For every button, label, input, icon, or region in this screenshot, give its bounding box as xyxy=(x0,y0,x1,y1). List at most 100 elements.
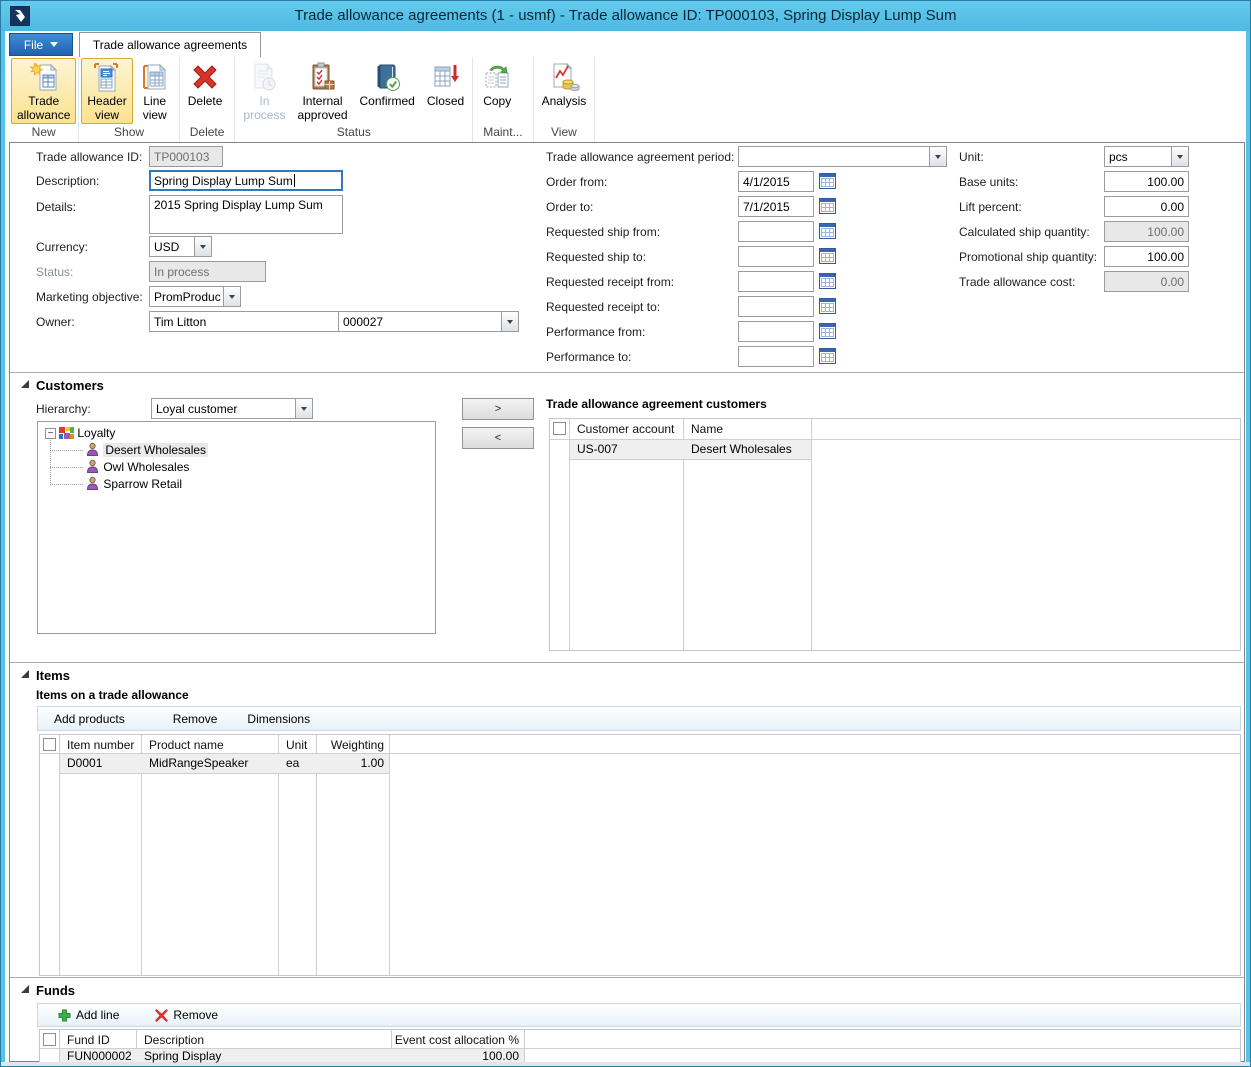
tree-collapse-icon[interactable]: − xyxy=(45,428,56,439)
add-icon xyxy=(58,1009,71,1022)
customers-section-header[interactable]: Customers xyxy=(36,378,104,393)
internal-approved-button[interactable]: Internal approved xyxy=(291,58,353,124)
line-view-button[interactable]: Line view xyxy=(133,58,177,124)
items-section-header[interactable]: Items xyxy=(36,668,70,683)
remove-fund-button[interactable]: Remove xyxy=(151,1008,222,1022)
analysis-button[interactable]: Analysis xyxy=(536,58,593,124)
tree-node-customer[interactable]: Sparrow Retail xyxy=(85,476,182,493)
cell-customer-account[interactable]: US-007 xyxy=(577,440,618,459)
button-label: Analysis xyxy=(542,94,587,108)
requested-ship-to-field[interactable] xyxy=(738,246,814,267)
file-menu-button[interactable]: File xyxy=(9,33,73,56)
tree-node-customer[interactable]: Desert Wholesales xyxy=(85,442,208,459)
cell-weighting[interactable]: 1.00 xyxy=(316,754,384,773)
calendar-icon[interactable] xyxy=(819,173,836,189)
order-from-label: Order from: xyxy=(546,172,607,192)
chevron-down-icon[interactable] xyxy=(295,399,312,418)
tab-trade-allowance-agreements[interactable]: Trade allowance agreements xyxy=(79,32,261,57)
header-view-button[interactable]: Header view xyxy=(81,58,132,124)
chevron-down-icon[interactable] xyxy=(1171,147,1188,166)
trade-allowance-button[interactable]: Trade allowance xyxy=(11,58,76,124)
chevron-down-icon[interactable] xyxy=(194,237,211,256)
collapse-triangle-icon[interactable] xyxy=(21,985,29,993)
grid-line xyxy=(811,419,812,650)
copy-button[interactable]: Copy xyxy=(475,58,519,124)
column-header-customer-account[interactable]: Customer account xyxy=(577,420,674,439)
grid-line xyxy=(60,773,389,774)
performance-to-field[interactable] xyxy=(738,346,814,367)
performance-to-label: Performance to: xyxy=(546,347,631,367)
select-all-checkbox[interactable] xyxy=(553,422,566,435)
requested-receipt-to-field[interactable] xyxy=(738,296,814,317)
remove-items-button[interactable]: Remove xyxy=(169,712,222,726)
period-select[interactable] xyxy=(738,146,947,167)
collapse-triangle-icon[interactable] xyxy=(21,670,29,678)
person-icon xyxy=(85,476,100,491)
move-right-button[interactable]: > xyxy=(462,398,534,420)
requested-ship-from-field[interactable] xyxy=(738,221,814,242)
trade-allowance-id-label: Trade allowance ID: xyxy=(36,147,142,167)
description-field[interactable]: Spring Display Lump Sum xyxy=(149,170,343,191)
closed-button[interactable]: Closed xyxy=(421,58,470,124)
trade-allowance-cost-field: 0.00 xyxy=(1104,271,1189,292)
funds-section-header[interactable]: Funds xyxy=(36,983,75,998)
calendar-icon[interactable] xyxy=(819,248,836,264)
lift-percent-field[interactable]: 0.00 xyxy=(1104,196,1189,217)
chevron-down-icon[interactable] xyxy=(223,287,240,306)
order-to-label: Order to: xyxy=(546,197,593,217)
owner-name-field[interactable]: Tim Litton xyxy=(149,311,339,332)
cell-item-number[interactable]: D0001 xyxy=(67,754,102,773)
cell-unit[interactable]: ea xyxy=(286,754,299,773)
tree-connector xyxy=(50,484,83,485)
chevron-down-icon[interactable] xyxy=(501,312,518,331)
confirmed-button[interactable]: Confirmed xyxy=(354,58,421,124)
cell-product-name[interactable]: MidRangeSpeaker xyxy=(149,754,248,773)
calendar-icon[interactable] xyxy=(819,348,836,364)
section-divider xyxy=(10,662,1244,663)
calendar-icon[interactable] xyxy=(819,198,836,214)
calendar-icon[interactable] xyxy=(819,223,836,239)
button-label: In process xyxy=(243,94,285,122)
analysis-icon xyxy=(548,61,580,93)
add-products-button[interactable]: Add products xyxy=(50,712,129,726)
delete-button[interactable]: Delete xyxy=(182,58,229,124)
add-line-button[interactable]: Add line xyxy=(54,1008,123,1022)
order-from-field[interactable]: 4/1/2015 xyxy=(738,171,814,192)
performance-from-field[interactable] xyxy=(738,321,814,342)
move-left-button[interactable]: < xyxy=(462,427,534,449)
dimensions-button[interactable]: Dimensions xyxy=(243,712,314,726)
requested-receipt-from-field[interactable] xyxy=(738,271,814,292)
items-toolbar: Add products Remove Dimensions xyxy=(37,706,1241,731)
promotional-ship-quantity-field[interactable]: 100.00 xyxy=(1104,246,1189,267)
button-label: Internal approved xyxy=(297,94,347,122)
hierarchy-select[interactable]: Loyal customer xyxy=(151,398,313,419)
header-view-icon xyxy=(91,61,123,93)
base-units-field[interactable]: 100.00 xyxy=(1104,171,1189,192)
ribbon-group-delete: Delete Delete xyxy=(180,57,236,142)
tree-node-customer[interactable]: Owl Wholesales xyxy=(85,459,189,476)
button-label: Delete xyxy=(188,94,223,108)
select-all-checkbox[interactable] xyxy=(43,1033,56,1046)
owner-account-select[interactable]: 000027 xyxy=(338,311,519,332)
calendar-icon[interactable] xyxy=(819,323,836,339)
calendar-icon[interactable] xyxy=(819,273,836,289)
select-all-checkbox[interactable] xyxy=(43,738,56,751)
cell-fund-id[interactable]: FUN000002 xyxy=(67,1047,132,1066)
cell-fund-description[interactable]: Spring Display xyxy=(144,1047,221,1066)
unit-label: Unit: xyxy=(959,147,984,167)
marketing-objective-select[interactable]: PromProduc xyxy=(149,286,241,307)
collapse-triangle-icon[interactable] xyxy=(21,380,29,388)
column-header-name[interactable]: Name xyxy=(691,420,723,439)
currency-select[interactable]: USD xyxy=(149,236,212,257)
order-to-field[interactable]: 7/1/2015 xyxy=(738,196,814,217)
unit-select[interactable]: pcs xyxy=(1104,146,1189,167)
base-units-label: Base units: xyxy=(959,172,1018,192)
calendar-icon[interactable] xyxy=(819,298,836,314)
details-field[interactable]: 2015 Spring Display Lump Sum xyxy=(149,195,343,234)
window-edge-left xyxy=(1,31,5,1066)
cell-customer-name[interactable]: Desert Wholesales xyxy=(691,440,792,459)
tree-node-root[interactable]: Loyalty xyxy=(59,425,115,442)
chevron-down-icon[interactable] xyxy=(929,147,946,166)
button-label: Line view xyxy=(143,94,167,122)
cell-event-cost-allocation[interactable]: 100.00 xyxy=(391,1047,519,1066)
